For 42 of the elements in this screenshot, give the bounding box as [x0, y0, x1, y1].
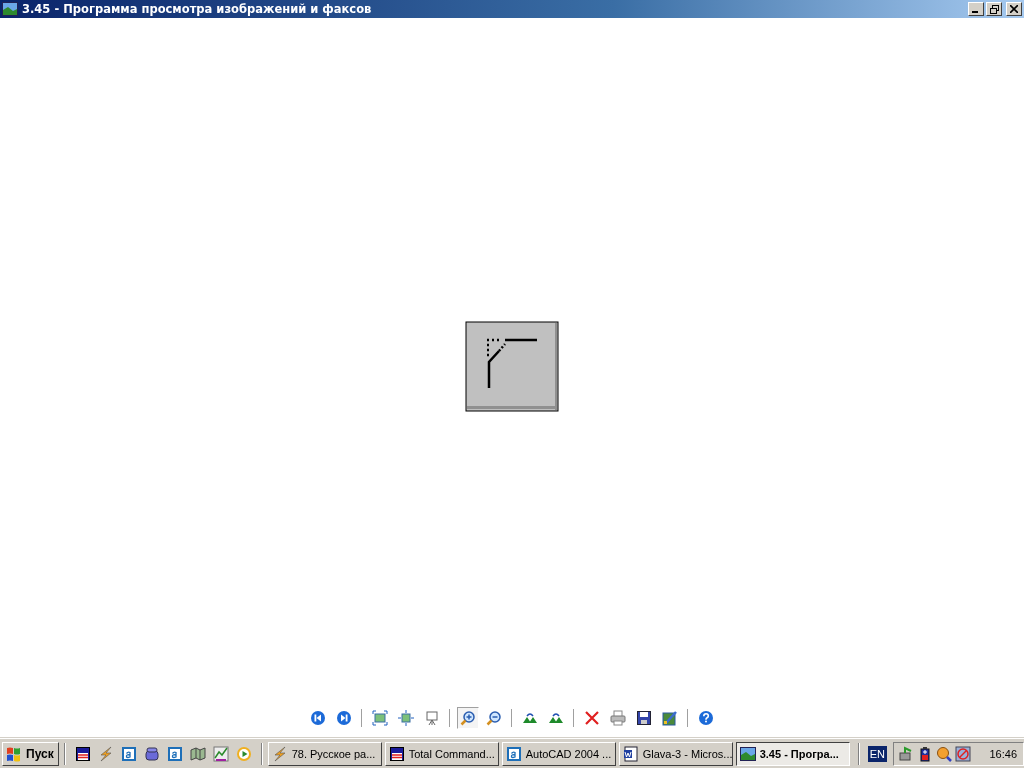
clock: 16:46 — [989, 747, 1017, 760]
best-fit-icon — [372, 710, 388, 726]
close-icon — [1010, 5, 1018, 13]
document-icon — [622, 745, 639, 762]
zoom-out-icon — [486, 710, 502, 726]
rotate-clockwise-icon — [522, 710, 538, 726]
close-button[interactable] — [1006, 2, 1022, 16]
restore-button[interactable] — [986, 2, 1002, 16]
next-image-icon — [336, 710, 352, 726]
taskbar-button[interactable]: AutoCAD 2004 ... — [501, 741, 616, 766]
restore-icon — [989, 4, 999, 14]
letter-a-icon — [505, 745, 522, 762]
printer-icon — [610, 710, 626, 726]
rotate-counterclockwise-icon — [548, 710, 564, 726]
actual-size-icon — [398, 710, 414, 726]
prohibited-monitor-icon[interactable] — [954, 745, 971, 762]
zoom-in-icon — [460, 710, 476, 726]
window-title: 3.45 - Программа просмотра изображений и факсов — [22, 2, 373, 16]
toolbar-button[interactable] — [457, 707, 479, 729]
previous-image-icon — [310, 710, 326, 726]
landscape-picture-icon — [739, 745, 756, 762]
magnifier-icon[interactable] — [935, 745, 952, 762]
landscape-picture-icon — [2, 1, 18, 17]
taskbar-button[interactable]: 78. Русское ра... — [267, 741, 382, 766]
windows-logo-icon — [6, 745, 22, 762]
map-icon[interactable] — [189, 745, 206, 762]
taskbar-button[interactable]: 3.45 - Програ... — [735, 741, 850, 766]
lightning-bolt-icon[interactable] — [97, 745, 114, 762]
letter-a-icon[interactable] — [120, 745, 137, 762]
language-indicator[interactable]: EN — [867, 745, 887, 762]
start-button[interactable]: Пуск — [2, 741, 59, 766]
lightning-bolt-icon — [271, 745, 288, 762]
play-disc-icon[interactable] — [235, 745, 252, 762]
minimize-button[interactable] — [968, 2, 984, 16]
letter-a-icon[interactable] — [166, 745, 183, 762]
projector-screen-icon — [424, 710, 440, 726]
help-icon — [698, 710, 714, 726]
chart-icon[interactable] — [212, 745, 229, 762]
taskbar-button[interactable]: Glava-3 - Micros... — [618, 741, 733, 766]
taskbar-button[interactable]: Total Command... — [384, 741, 499, 766]
delete-icon — [584, 710, 600, 726]
picture-with-pen-icon — [662, 710, 678, 726]
